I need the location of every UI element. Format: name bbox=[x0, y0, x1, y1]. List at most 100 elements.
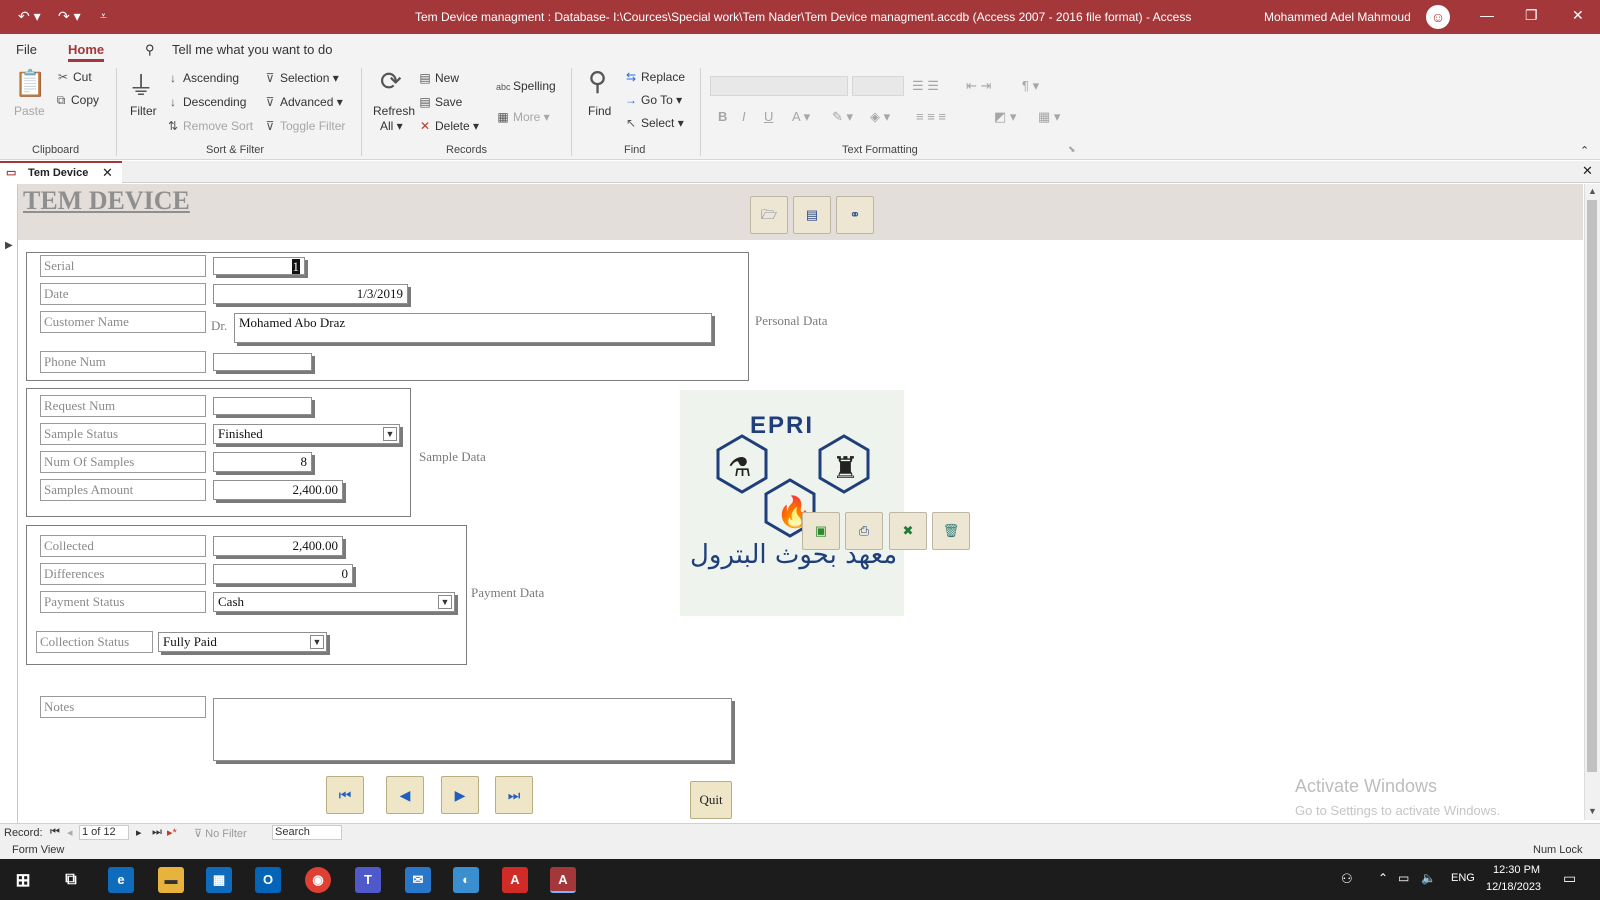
bullets-icon[interactable]: ☰ ☰ bbox=[912, 78, 939, 94]
teams-icon[interactable]: T bbox=[355, 867, 381, 893]
close-tab-icon[interactable]: ✕ bbox=[102, 165, 113, 181]
redo-icon[interactable]: ↷ ▾ bbox=[58, 8, 81, 25]
paste-button[interactable]: Paste bbox=[14, 104, 45, 118]
mail-icon[interactable]: ✉ bbox=[405, 867, 431, 893]
tab-file[interactable]: File bbox=[16, 42, 37, 57]
select-button[interactable]: ↖ Select ▾ bbox=[624, 116, 684, 130]
scroll-down-icon[interactable]: ▼ bbox=[1588, 806, 1597, 816]
dialog-launcher-icon[interactable]: ⬊ bbox=[1068, 144, 1076, 155]
notifications-icon[interactable]: ▭ bbox=[1563, 870, 1576, 887]
replace-button[interactable]: ⇆ Replace bbox=[624, 70, 685, 84]
store-icon[interactable]: ▦ bbox=[206, 867, 232, 893]
file-explorer-icon[interactable]: ▬ bbox=[158, 867, 184, 893]
add-record-button[interactable]: ▣ bbox=[802, 512, 840, 550]
toggle-filter-button[interactable]: ⊽ Toggle Filter bbox=[263, 119, 346, 133]
italic-icon[interactable]: I bbox=[742, 109, 746, 124]
goto-button[interactable]: → Go To ▾ bbox=[624, 93, 682, 107]
user-name[interactable]: Mohammed Adel Mahmoud bbox=[1264, 10, 1411, 24]
export-excel-button[interactable]: ✖ bbox=[889, 512, 927, 550]
new-record-nav-icon[interactable]: ▸* bbox=[167, 826, 177, 839]
first-record-button[interactable]: ⏮ bbox=[326, 776, 364, 814]
refresh-button[interactable]: Refresh bbox=[373, 104, 415, 118]
tab-tem-device[interactable]: ▭ Tem Device ✕ bbox=[0, 161, 122, 183]
edge-icon[interactable]: e bbox=[108, 867, 134, 893]
open-folder-button[interactable]: 🗁 bbox=[750, 196, 788, 234]
notes-field[interactable] bbox=[213, 698, 732, 761]
num-samples-field[interactable]: 8 bbox=[213, 452, 312, 472]
descending-button[interactable]: ↓ Descending bbox=[166, 95, 246, 109]
fill-color-icon[interactable]: ◈ ▾ bbox=[870, 109, 890, 125]
bold-icon[interactable]: B bbox=[718, 109, 727, 124]
phone-field[interactable] bbox=[213, 353, 312, 371]
undo-icon[interactable]: ↶ ▾ bbox=[18, 8, 41, 25]
collected-field[interactable]: 2,400.00 bbox=[213, 536, 343, 556]
highlight-icon[interactable]: ✎ ▾ bbox=[832, 109, 853, 125]
volume-icon[interactable]: 🔈 bbox=[1421, 871, 1436, 885]
chevron-down-icon[interactable]: ▼ bbox=[383, 427, 397, 441]
collection-status-combo[interactable]: Fully Paid ▼ bbox=[158, 632, 327, 652]
ascending-button[interactable]: ↓ Ascending bbox=[166, 71, 239, 85]
font-size-combo[interactable] bbox=[852, 76, 904, 96]
customer-name-field[interactable]: Mohamed Abo Draz bbox=[234, 313, 712, 343]
selection-button[interactable]: ⊽ Selection ▾ bbox=[263, 71, 339, 85]
windows-start-icon[interactable]: ⊞ bbox=[10, 867, 36, 893]
print-button[interactable]: ⎙ bbox=[845, 512, 883, 550]
clock-date[interactable]: 12/18/2023 bbox=[1486, 881, 1541, 893]
last-record-nav-icon[interactable]: ⏭ bbox=[152, 826, 162, 839]
report-button[interactable]: ▤ bbox=[793, 196, 831, 234]
delete-button[interactable]: ✕ Delete ▾ bbox=[418, 119, 479, 133]
record-selector[interactable]: ▶ bbox=[0, 184, 18, 824]
first-record-nav-icon[interactable]: ⏮ bbox=[50, 826, 60, 839]
collapse-ribbon-icon[interactable]: ⌃ bbox=[1580, 144, 1589, 157]
network-icon[interactable]: ▭ bbox=[1398, 871, 1409, 885]
clock-time[interactable]: 12:30 PM bbox=[1493, 864, 1540, 876]
quit-button[interactable]: Quit bbox=[690, 781, 732, 819]
record-position-input[interactable]: 1 of 12 bbox=[79, 825, 129, 840]
indent-icon[interactable]: ⇤ ⇥ bbox=[966, 78, 991, 94]
next-record-button[interactable]: ▶ bbox=[441, 776, 479, 814]
language-indicator[interactable]: ENG bbox=[1451, 872, 1475, 884]
refresh-all-label[interactable]: All ▾ bbox=[380, 119, 403, 133]
delete-record-button[interactable]: 🗑 bbox=[932, 512, 970, 550]
prev-record-nav-icon[interactable]: ◂ bbox=[67, 826, 73, 839]
filter-button[interactable]: Filter bbox=[130, 104, 157, 118]
avatar[interactable]: ☺ bbox=[1426, 5, 1450, 29]
minimize-icon[interactable]: — bbox=[1480, 7, 1494, 23]
next-record-nav-icon[interactable]: ▸ bbox=[136, 826, 142, 839]
samples-amount-field[interactable]: 2,400.00 bbox=[213, 480, 343, 500]
close-form-icon[interactable]: ✕ bbox=[1582, 163, 1593, 179]
search-input[interactable]: Search bbox=[272, 825, 342, 840]
remove-sort-button[interactable]: ⇅ Remove Sort bbox=[166, 119, 253, 133]
underline-icon[interactable]: U bbox=[764, 109, 773, 124]
acrobat-icon[interactable]: A bbox=[502, 867, 528, 893]
chevron-down-icon[interactable]: ▼ bbox=[438, 595, 452, 609]
differences-field[interactable]: 0 bbox=[213, 564, 353, 584]
tray-chevron-icon[interactable]: ⌃ bbox=[1378, 871, 1388, 885]
advanced-button[interactable]: ⊽ Advanced ▾ bbox=[263, 95, 343, 109]
find-button[interactable]: Find bbox=[588, 104, 611, 118]
payment-status-combo[interactable]: Cash ▼ bbox=[213, 592, 455, 612]
find-record-button[interactable]: ⚭ bbox=[836, 196, 874, 234]
no-filter-button[interactable]: ⊽ No Filter bbox=[194, 827, 247, 840]
sample-status-combo[interactable]: Finished ▼ bbox=[213, 424, 400, 444]
spelling-button[interactable]: abc Spelling bbox=[496, 79, 556, 93]
more-button[interactable]: ▦ More ▾ bbox=[496, 110, 549, 124]
search-icon[interactable]: ⚲ bbox=[145, 42, 155, 58]
scroll-thumb[interactable] bbox=[1587, 200, 1597, 772]
save-button[interactable]: ▤ Save bbox=[418, 95, 462, 109]
font-color-icon[interactable]: A ▾ bbox=[792, 109, 810, 125]
date-field[interactable]: 1/3/2019 bbox=[213, 284, 408, 304]
customize-toolbar-icon[interactable]: ⩡ bbox=[100, 9, 107, 24]
align-icon[interactable]: ≡ ≡ ≡ bbox=[916, 109, 946, 124]
new-record-button[interactable]: ▤ New bbox=[418, 71, 459, 85]
serial-field[interactable]: 1 bbox=[213, 257, 305, 275]
conditional-format-icon[interactable]: ◩ ▾ bbox=[994, 109, 1016, 125]
restore-icon[interactable]: ❐ bbox=[1525, 7, 1538, 24]
copy-button[interactable]: ⧉ Copy bbox=[54, 93, 99, 108]
access-icon[interactable]: A bbox=[550, 867, 576, 893]
task-view-icon[interactable]: ⧉ bbox=[58, 867, 84, 893]
previous-record-button[interactable]: ◀ bbox=[386, 776, 424, 814]
tab-home[interactable]: Home bbox=[68, 42, 105, 62]
cut-button[interactable]: ✂ Cut bbox=[56, 70, 92, 84]
font-name-combo[interactable] bbox=[710, 76, 848, 96]
